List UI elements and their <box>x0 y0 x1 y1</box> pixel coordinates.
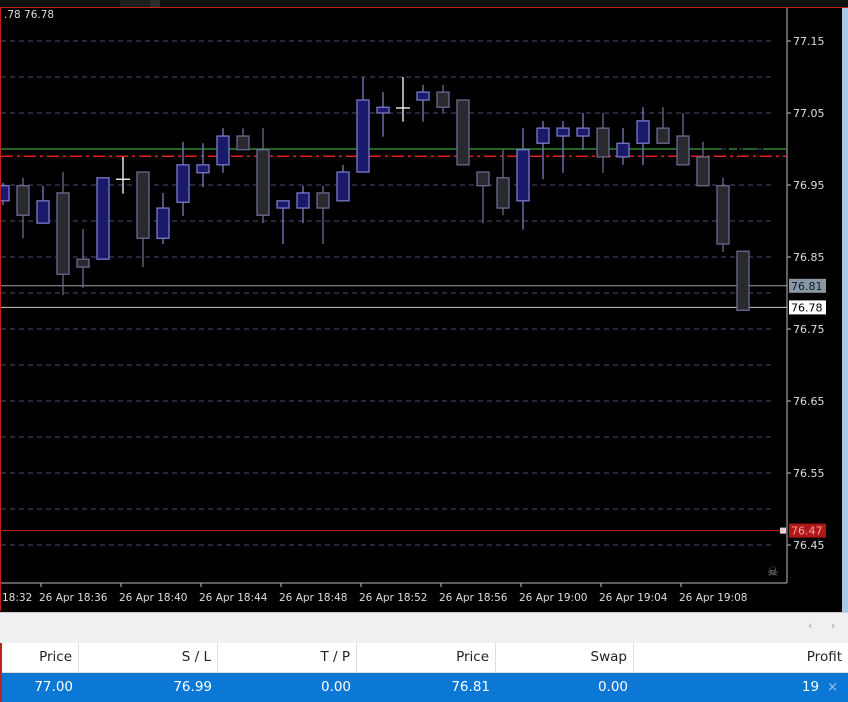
window-top-strip <box>0 0 848 7</box>
candle-body[interactable] <box>236 135 250 151</box>
time-axis-label: 26 Apr 18:52 <box>359 592 427 604</box>
candle-body[interactable] <box>256 149 270 216</box>
skull-icon: ☠ <box>767 565 779 580</box>
candle-body[interactable] <box>196 164 210 174</box>
candle-body[interactable] <box>696 156 710 187</box>
candle-body[interactable] <box>316 192 330 209</box>
candle-body[interactable] <box>356 99 370 173</box>
cell-open-price: 77.00 <box>34 679 73 695</box>
bid-price-tag: 76.81 <box>791 280 823 293</box>
candle-body[interactable] <box>676 135 690 166</box>
table-header: Price S / L T / P Price Swap Profit <box>2 643 848 673</box>
price-axis-label: 76.75 <box>793 323 825 336</box>
candle-body[interactable] <box>416 91 430 101</box>
candle-body[interactable] <box>1 185 10 202</box>
column-header-tp[interactable]: T / P <box>218 643 357 672</box>
time-axis-label: 26 Apr 18:56 <box>439 592 508 604</box>
candle-body[interactable] <box>536 127 550 144</box>
time-axis-label: 26 Apr 18:48 <box>279 592 347 604</box>
candle-body[interactable] <box>636 120 650 144</box>
cell-tp: 0.00 <box>320 679 351 695</box>
candle-body[interactable] <box>36 200 50 224</box>
window-edge <box>842 8 848 612</box>
candle-body[interactable] <box>496 177 510 209</box>
price-axis-label: 76.85 <box>793 251 825 264</box>
time-axis-label: 26 Apr 19:08 <box>679 592 747 604</box>
candle-body[interactable] <box>516 149 530 202</box>
time-axis-label: 26 Apr 19:04 <box>599 592 668 604</box>
alert-price-tag: 76.47 <box>791 525 823 538</box>
time-axis-label: 26 Apr 18:36 <box>39 592 108 604</box>
table-row[interactable]: 77.00 76.99 0.00 76.81 0.00 19 × <box>2 673 848 702</box>
window-tab[interactable] <box>120 0 150 7</box>
candle-body[interactable] <box>216 135 230 166</box>
window-tab[interactable] <box>150 0 160 7</box>
candle-body[interactable] <box>276 200 290 209</box>
column-header-price[interactable]: Price <box>2 643 79 672</box>
price-axis-label: 76.65 <box>793 395 825 408</box>
candle-body[interactable] <box>156 207 170 239</box>
cell-profit: 19 × <box>634 673 848 702</box>
candle-body[interactable] <box>76 258 90 268</box>
candlestick-chart[interactable]: 77.15 77.05 76.95 76.85 76.75 76.65 76.55 76.45… <box>1 8 848 612</box>
price-chart[interactable]: 77.15 77.05 76.95 76.85 76.75 76.65 76.55 76.45… <box>0 7 848 611</box>
candle-body[interactable] <box>736 250 750 311</box>
cell-swap: 0.00 <box>597 679 628 695</box>
column-header-profit[interactable]: Profit <box>634 643 848 672</box>
column-header-swap[interactable]: Swap <box>496 643 634 672</box>
candle-body[interactable] <box>456 99 470 166</box>
price-axis-label: 76.55 <box>793 467 825 480</box>
candle-body[interactable] <box>476 171 490 187</box>
candle-body[interactable] <box>336 171 350 202</box>
candle-body[interactable] <box>96 177 110 260</box>
candle-body[interactable] <box>656 127 670 144</box>
candle-body[interactable] <box>596 127 610 158</box>
profit-value: 19 <box>801 679 820 695</box>
column-header-current-price[interactable]: Price <box>357 643 496 672</box>
cell-sl: 76.99 <box>173 679 212 695</box>
candle-body[interactable] <box>296 192 310 209</box>
close-position-icon[interactable]: × <box>827 680 838 695</box>
candle-body[interactable] <box>176 164 190 203</box>
price-axis-label: 76.95 <box>793 179 825 192</box>
time-axis-label: 26 Apr 19:00 <box>519 592 587 604</box>
candle-body[interactable] <box>716 185 730 245</box>
cell-current-price: 76.81 <box>451 679 490 695</box>
candle-body[interactable] <box>16 185 30 216</box>
terminal-toolbar: ‹ › <box>0 612 848 644</box>
ask-price-tag: 76.78 <box>791 301 823 314</box>
time-axis-label: 26 Apr 18:40 <box>119 592 187 604</box>
time-axis-label: 18:32 <box>2 592 32 604</box>
scroll-left-button[interactable]: ‹ <box>808 619 812 632</box>
candle-body[interactable] <box>436 91 450 108</box>
price-axis-label: 77.05 <box>793 107 825 120</box>
chart-price-label: .78 76.78 <box>4 9 55 21</box>
price-axis-label: 77.15 <box>793 35 825 48</box>
alert-handle[interactable] <box>780 527 786 534</box>
trade-table: Price S / L T / P Price Swap Profit 77.0… <box>0 643 848 702</box>
column-header-sl[interactable]: S / L <box>79 643 218 672</box>
candle-body[interactable] <box>576 127 590 137</box>
scroll-right-button[interactable]: › <box>831 619 835 632</box>
candle-body[interactable] <box>616 142 630 158</box>
time-axis-label: 26 Apr 18:44 <box>199 592 268 604</box>
candle-body[interactable] <box>136 171 150 239</box>
price-axis-label: 76.45 <box>793 539 825 552</box>
candle-body[interactable] <box>56 192 70 275</box>
candle-body[interactable] <box>556 127 570 137</box>
candle-body[interactable] <box>376 106 390 114</box>
